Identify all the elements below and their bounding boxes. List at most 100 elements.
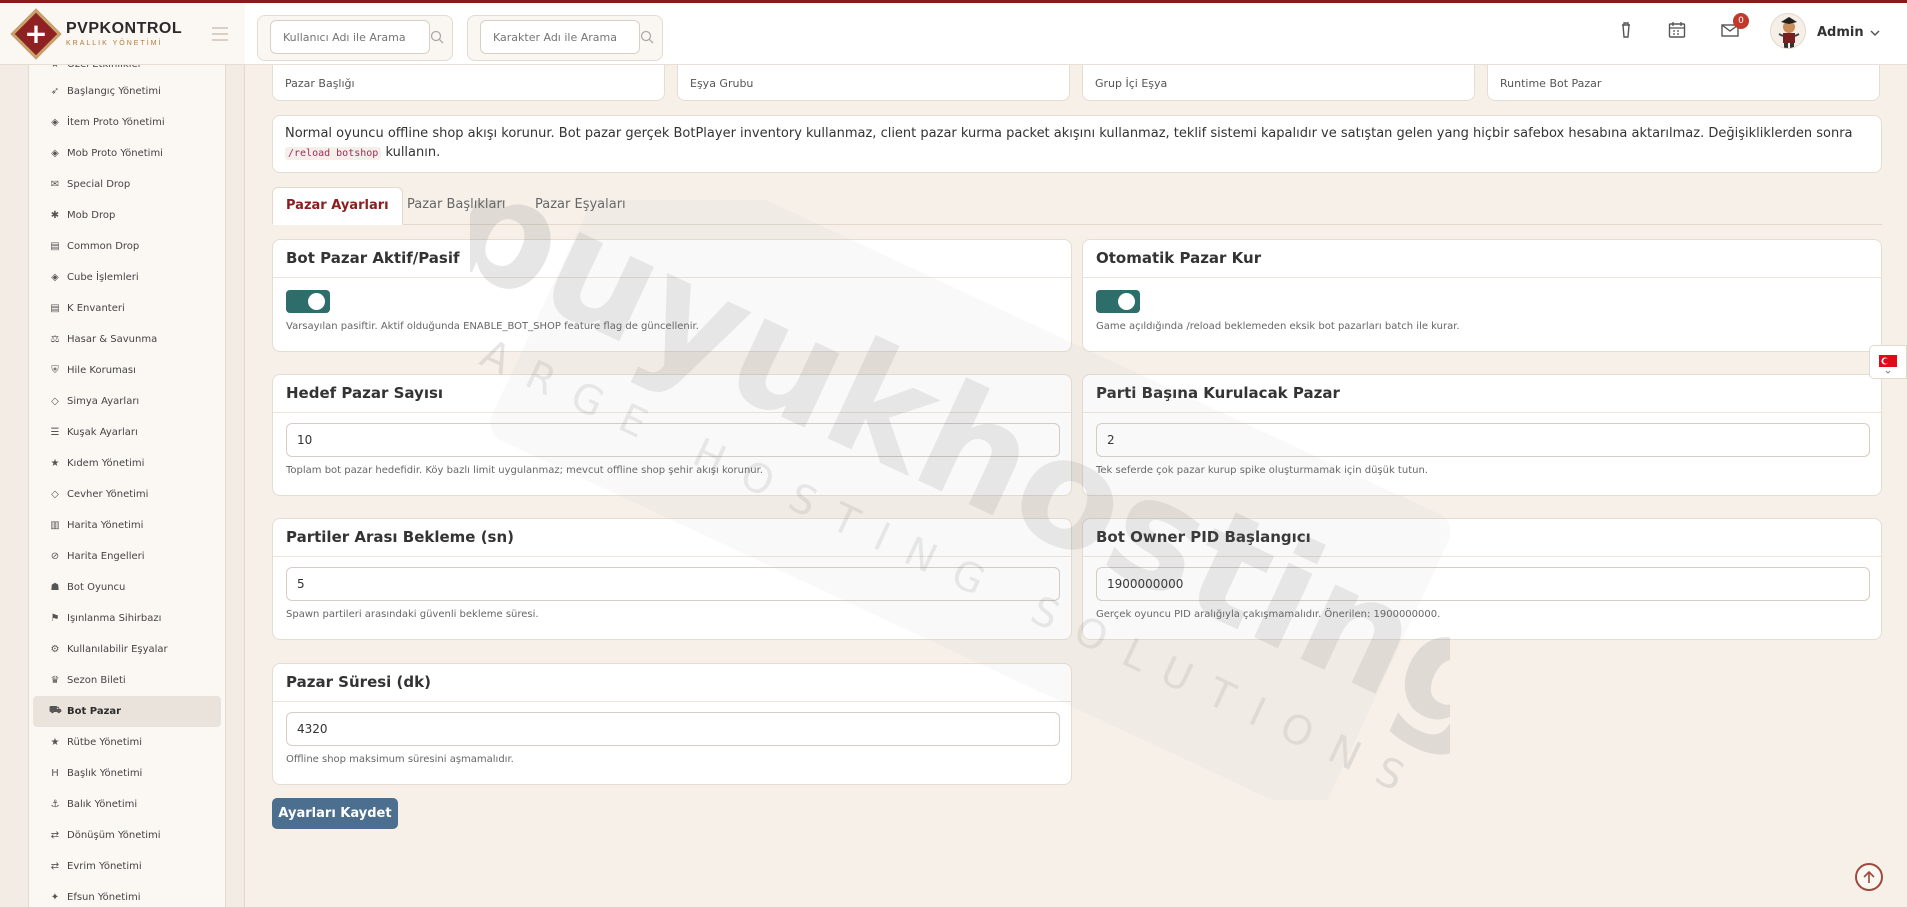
sidebar-item[interactable]: ✱ Mob Drop [33, 200, 221, 231]
sliders-icon: ☰ [50, 427, 60, 438]
help-text: Gerçek oyuncu PID aralığıyla çakışmamalı… [1096, 609, 1441, 620]
sidebar-item[interactable]: ▤ K Envanteri [33, 293, 221, 324]
per-batch-input[interactable] [1096, 423, 1870, 457]
sidebar-item[interactable]: ✉ Special Drop [33, 169, 221, 200]
wand-icon: ✦ [50, 892, 60, 903]
batch-delay-input[interactable] [286, 567, 1060, 601]
card-title: Bot Pazar Aktif/Pasif [273, 240, 1071, 278]
user-search [257, 15, 453, 61]
info-alert: Normal oyuncu offline shop akışı korunur… [272, 115, 1882, 173]
menu-toggle-icon[interactable] [212, 27, 228, 45]
sidebar-item-label: Cube İşlemleri [67, 272, 139, 283]
brand-logo: + [10, 8, 62, 60]
stat-label: Eşya Grubu [690, 77, 754, 90]
duration-card: Pazar Süresi (dk) Offline shop maksimum … [272, 663, 1072, 785]
sidebar-item[interactable]: ⚓ Balık Yönetimi [33, 789, 221, 820]
search-icon[interactable] [640, 30, 654, 44]
character-search-input[interactable] [480, 20, 640, 54]
card-title: Parti Başına Kurulacak Pazar [1083, 375, 1881, 413]
sidebar-item[interactable]: ⊘ Harita Engelleri [33, 541, 221, 572]
sidebar-item-label: Common Drop [67, 241, 140, 252]
stat-label: Runtime Bot Pazar [1500, 77, 1602, 90]
sidebar-item[interactable]: ★ Kıdem Yönetimi [33, 448, 221, 479]
brand-name: PVPKONTROL [66, 20, 183, 37]
sidebar: ★Özel Etkinlikler➶Başlangıç Yönetimi◈İte… [0, 0, 245, 907]
language-selector[interactable] [1869, 345, 1907, 379]
user-search-input[interactable] [270, 20, 430, 54]
sidebar-item[interactable]: ➶ Başlangıç Yönetimi [33, 76, 221, 107]
pid-start-input[interactable] [1096, 567, 1870, 601]
auto-setup-toggle[interactable] [1096, 290, 1140, 313]
star-icon: ★ [50, 737, 60, 748]
cube-icon: ◈ [51, 117, 59, 128]
sidebar-item[interactable]: ⛨ Hile Koruması [33, 355, 221, 386]
sidebar-item[interactable]: ⇄ Dönüşüm Yönetimi [33, 820, 221, 851]
help-text: Offline shop maksimum süresini aşmamalıd… [286, 754, 514, 765]
heading-icon: H [51, 768, 59, 779]
sidebar-item[interactable]: H Başlık Yönetimi [33, 758, 221, 789]
avatar[interactable] [1770, 13, 1806, 49]
sidebar-item[interactable]: ⚙ Kullanılabilir Eşyalar [33, 634, 221, 665]
duration-input[interactable] [286, 712, 1060, 746]
sidebar-item[interactable]: ▤ Common Drop [33, 231, 221, 262]
shuffle-icon: ⇄ [50, 830, 60, 841]
sidebar-item[interactable]: ⚖ Hasar & Savunma [33, 324, 221, 355]
gears-icon: ⚙ [50, 644, 60, 655]
stat-row: Pazar Başlığı Eşya Grubu Grup İçi Eşya R… [272, 45, 1882, 101]
sidebar-item-label: Başlangıç Yönetimi [67, 86, 161, 97]
turkey-flag-icon [1879, 355, 1897, 374]
tab-pazar-esyalari[interactable]: Pazar Eşyaları [522, 187, 639, 225]
top-header: 0 Admin [245, 3, 1907, 65]
sidebar-item-label: Kullanılabilir Eşyalar [67, 644, 168, 655]
sidebar-item-label: Mob Proto Yönetimi [67, 148, 163, 159]
brand-subtitle: KRALLIK YÖNETİMİ [66, 40, 163, 47]
sidebar-item[interactable]: ⇄ Evrim Yönetimi [33, 851, 221, 882]
sidebar-item[interactable]: ◈ Cube İşlemleri [33, 262, 221, 293]
sidebar-item-label: Işınlanma Sihirbazı [67, 613, 162, 624]
anchor-icon: ⚓ [50, 799, 60, 810]
signpost-icon: ⚑ [50, 613, 60, 624]
sidebar-item-label: Sezon Bileti [67, 675, 126, 686]
sidebar-item[interactable]: ◈ İtem Proto Yönetimi [33, 107, 221, 138]
sidebar-item[interactable]: ◈ Mob Proto Yönetimi [33, 138, 221, 169]
sidebar-item[interactable]: ⚑ Işınlanma Sihirbazı [33, 603, 221, 634]
stat-label: Grup İçi Eşya [1095, 77, 1168, 90]
settings-tabs: Pazar Ayarları Pazar Başlıkları Pazar Eş… [272, 187, 1882, 225]
user-name[interactable]: Admin [1817, 25, 1864, 40]
sidebar-item[interactable]: ⛟ Bot Pazar [33, 696, 221, 727]
scroll-to-top-button[interactable] [1855, 863, 1883, 891]
pid-start-card: Bot Owner PID Başlangıcı Gerçek oyuncu P… [1082, 518, 1882, 640]
chevron-down-icon[interactable] [1869, 27, 1881, 39]
sidebar-item-label: Rütbe Yönetimi [67, 737, 143, 748]
tab-pazar-basliklari[interactable]: Pazar Başlıkları [394, 187, 518, 225]
save-settings-button[interactable]: Ayarları Kaydet [272, 798, 398, 829]
sidebar-item-label: Kuşak Ayarları [67, 427, 138, 438]
sidebar-item[interactable]: ▥ Harita Yönetimi [33, 510, 221, 541]
cube-icon: ◈ [51, 272, 59, 283]
sidebar-item-label: Balık Yönetimi [67, 799, 138, 810]
table-icon: ▤ [50, 303, 60, 314]
calendar-icon[interactable] [1666, 19, 1688, 41]
stat-label: Pazar Başlığı [285, 77, 355, 90]
arrow-up-icon [1863, 870, 1875, 883]
sidebar-item[interactable]: ♛ Sezon Bileti [33, 665, 221, 696]
sidebar-item[interactable]: ☰ Kuşak Ayarları [33, 417, 221, 448]
card-title: Partiler Arası Bekleme (sn) [273, 519, 1071, 557]
brand-header[interactable]: + PVPKONTROL KRALLIK YÖNETİMİ [0, 3, 245, 65]
sidebar-item-label: Başlık Yönetimi [67, 768, 143, 779]
sidebar-item[interactable]: ◇ Cevher Yönetimi [33, 479, 221, 510]
bot-enabled-toggle[interactable] [286, 290, 330, 313]
sidebar-item[interactable]: ★ Rütbe Yönetimi [33, 727, 221, 758]
sidebar-item[interactable]: ✦ Efsun Yönetimi [33, 882, 221, 907]
cube-icon: ◈ [51, 148, 59, 159]
sidebar-item[interactable]: ◇ Simya Ayarları [33, 386, 221, 417]
target-count-input[interactable] [286, 423, 1060, 457]
sidebar-item[interactable]: ☗ Bot Oyuncu [33, 572, 221, 603]
sidebar-item-label: Mob Drop [67, 210, 116, 221]
help-text: Varsayılan pasiftir. Aktif olduğunda ENA… [286, 321, 699, 332]
trash-icon[interactable] [1615, 19, 1637, 41]
card-title: Pazar Süresi (dk) [273, 664, 1071, 702]
search-icon[interactable] [430, 30, 444, 44]
tab-pazar-ayarlari[interactable]: Pazar Ayarları [272, 187, 403, 225]
batch-delay-card: Partiler Arası Bekleme (sn) Spawn partil… [272, 518, 1072, 640]
